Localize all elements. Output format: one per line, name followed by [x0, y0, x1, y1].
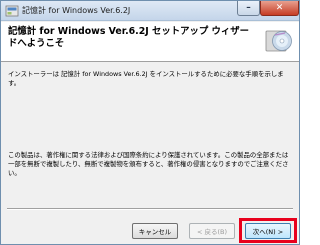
minimize-button[interactable]: –	[237, 1, 260, 16]
close-icon: ✕	[275, 3, 284, 13]
installer-icon	[5, 5, 19, 17]
next-button-highlight	[239, 218, 297, 243]
separator	[7, 208, 293, 210]
header-banner: 記憶計 for Windows Ver.6.2J セットアップ ウィザードへよう…	[1, 22, 299, 62]
setup-disc-icon	[265, 30, 292, 52]
close-button[interactable]: ✕	[260, 1, 299, 16]
title-bar[interactable]: 記憶計 for Windows Ver.6.2J – ✕	[1, 1, 299, 21]
wizard-heading: 記憶計 for Windows Ver.6.2J セットアップ ウィザードへよう…	[8, 26, 250, 49]
cancel-button[interactable]: キャンセル	[132, 223, 178, 239]
window-title: 記憶計 for Windows Ver.6.2J	[22, 6, 131, 15]
copyright-notice: この製品は、著作権に関する法律および国際条約により保護されています。この製品の全…	[8, 151, 289, 177]
installer-window: 記憶計 for Windows Ver.6.2J – ✕ 記憶計 for Win…	[0, 0, 300, 245]
back-button[interactable]: < 戻る(B)	[189, 223, 235, 239]
intro-text: インストーラーは 記憶計 for Windows Ver.6.2J をインストー…	[8, 70, 284, 87]
minimize-icon: –	[246, 3, 251, 13]
